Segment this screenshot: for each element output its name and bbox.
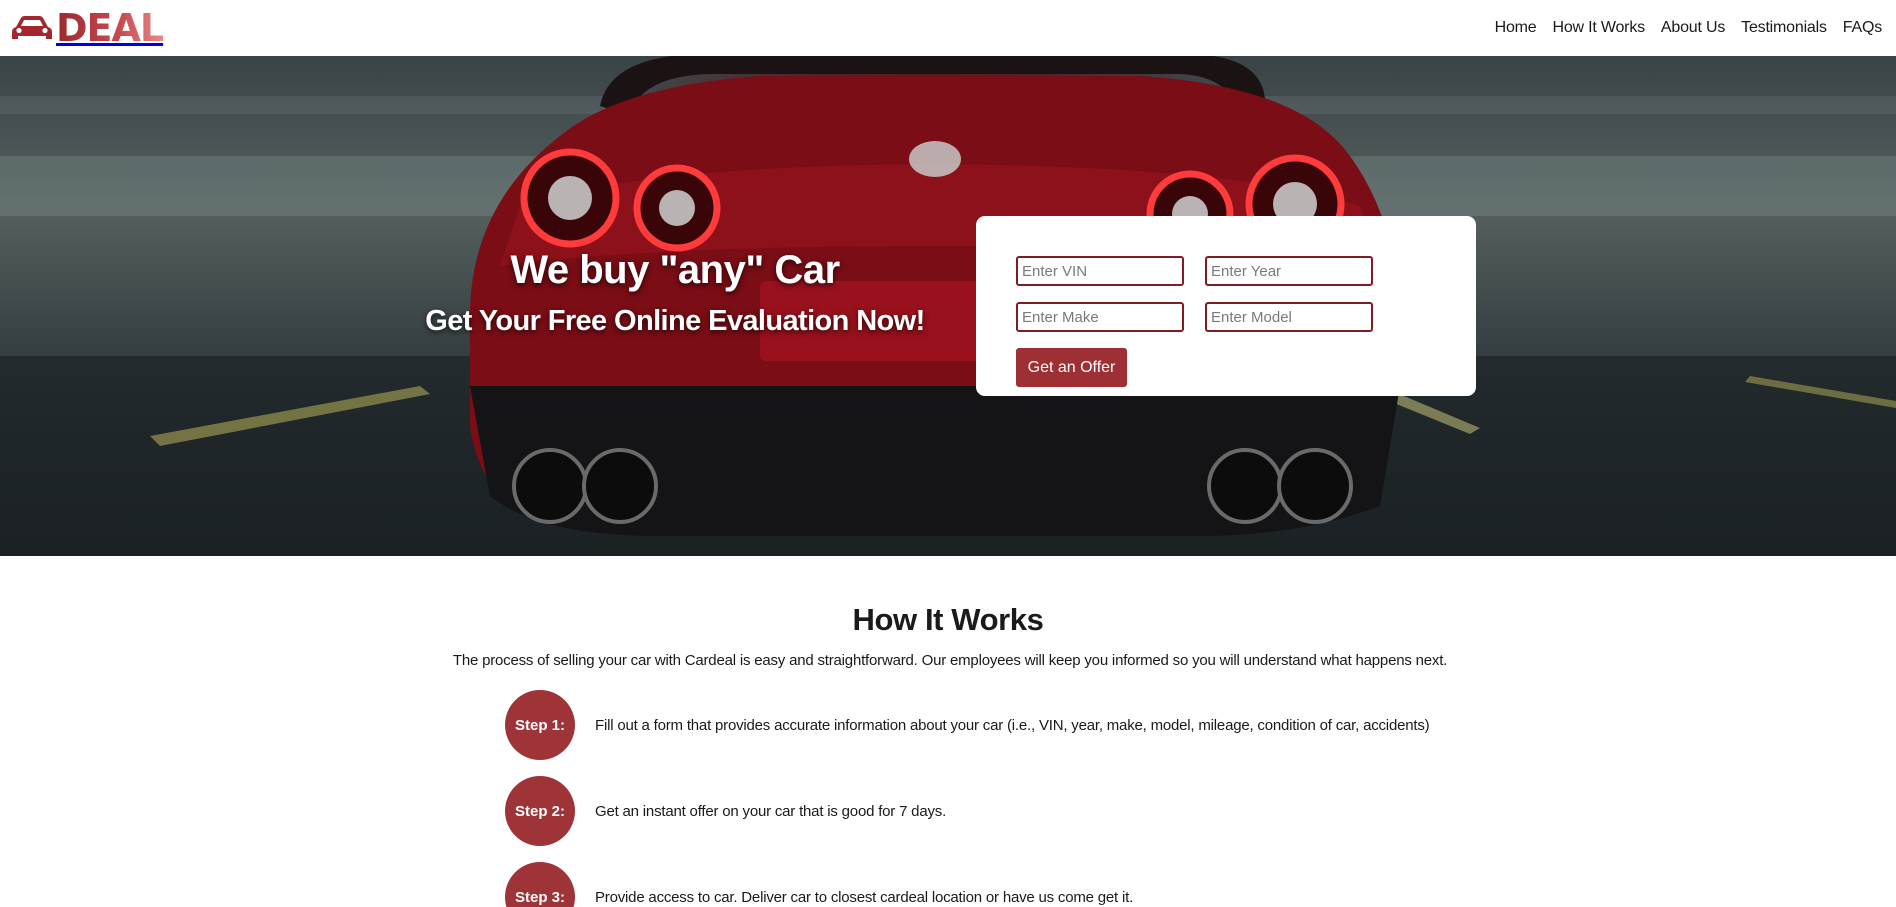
- hero-heading: We buy "any" Car: [510, 248, 840, 292]
- nav-about-us[interactable]: About Us: [1661, 19, 1725, 37]
- brand-logo[interactable]: DEAL: [10, 6, 164, 50]
- model-input[interactable]: [1205, 302, 1373, 332]
- nav-faqs[interactable]: FAQs: [1843, 19, 1882, 37]
- main-nav: Home How It Works About Us Testimonials …: [1479, 19, 1883, 37]
- vin-input[interactable]: [1016, 256, 1184, 286]
- nav-testimonials[interactable]: Testimonials: [1741, 19, 1827, 37]
- year-input[interactable]: [1205, 256, 1373, 286]
- hero-section: We buy "any" Car Get Your Free Online Ev…: [0, 56, 1896, 556]
- hero-background-image: [0, 56, 1896, 556]
- hero-subheading: Get Your Free Online Evaluation Now!: [425, 305, 925, 337]
- step-badge: Step 2:: [505, 776, 575, 846]
- how-it-works-title: How It Works: [852, 602, 1044, 637]
- navbar: DEAL Home How It Works About Us Testimon…: [0, 0, 1896, 56]
- make-input[interactable]: [1016, 302, 1184, 332]
- how-it-works-description: The process of selling your car with Car…: [452, 652, 1448, 669]
- step-text: Fill out a form that provides accurate i…: [595, 716, 1430, 734]
- step-text: Provide access to car. Deliver car to cl…: [595, 888, 1134, 906]
- logo-text: DEAL: [56, 6, 164, 50]
- nav-home[interactable]: Home: [1495, 19, 1537, 37]
- step-item: Step 1: Fill out a form that provides ac…: [505, 690, 1430, 760]
- car-icon: [12, 16, 52, 39]
- offer-form: Get an Offer: [976, 216, 1476, 396]
- step-item: Step 3: Provide access to car. Deliver c…: [505, 862, 1133, 907]
- step-badge: Step 1:: [505, 690, 575, 760]
- step-item: Step 2: Get an instant offer on your car…: [505, 776, 946, 846]
- nav-how-it-works[interactable]: How It Works: [1552, 19, 1645, 37]
- get-offer-button[interactable]: Get an Offer: [1016, 348, 1127, 387]
- step-badge: Step 3:: [505, 862, 575, 907]
- step-text: Get an instant offer on your car that is…: [595, 802, 947, 820]
